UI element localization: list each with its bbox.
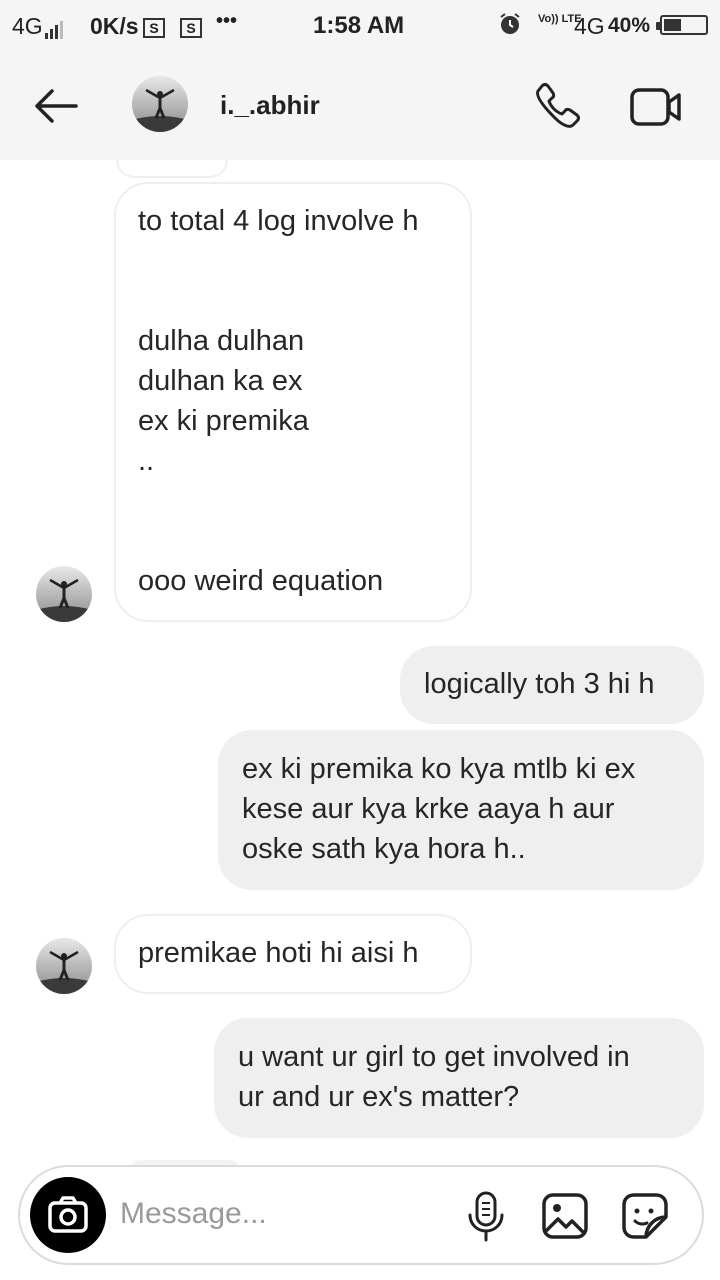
back-button[interactable]: [28, 82, 84, 130]
status-bar: 4G 0K/s S S ••• 1:58 AM Vo)) LTE 4G 40%: [0, 0, 720, 52]
message-composer: [18, 1165, 704, 1265]
microphone-icon: [468, 1191, 504, 1242]
network-type: 4G: [574, 13, 605, 39]
clock: 1:58 AM: [313, 12, 405, 39]
video-camera-icon: [630, 88, 681, 126]
message-bubble-incoming[interactable]: to total 4 log involve h dulha dulhan du…: [114, 182, 472, 622]
camera-icon: [48, 1196, 88, 1233]
arrow-left-icon: [35, 89, 78, 123]
network-indicator: 4G: [12, 13, 63, 39]
voice-call-button[interactable]: [528, 78, 584, 134]
notification-s-icon-2: S: [180, 17, 202, 38]
voice-message-button[interactable]: [464, 1189, 508, 1245]
sticker-button[interactable]: [620, 1191, 670, 1241]
alarm-icon: [498, 12, 522, 41]
volte-badge: Vo)) LTE: [538, 13, 582, 25]
profile-photo: [36, 566, 92, 622]
message-bubble-outgoing[interactable]: ex ki premika ko kya mtlb ki ex kese aur…: [218, 730, 704, 890]
message-input[interactable]: [120, 1194, 440, 1234]
battery-icon: [656, 15, 708, 35]
chat-header: i._.abhir: [0, 52, 720, 160]
avatar[interactable]: [36, 938, 92, 994]
data-speed: 0K/s: [90, 13, 139, 39]
camera-button[interactable]: [30, 1177, 106, 1253]
chat-username[interactable]: i._.abhir: [220, 90, 320, 121]
gallery-button[interactable]: [540, 1191, 590, 1241]
message-bubble-partial: [116, 160, 228, 178]
message-bubble-outgoing[interactable]: u want ur girl to get involved in ur and…: [214, 1018, 704, 1138]
message-bubble-incoming[interactable]: premikae hoti hi aisi h: [114, 914, 472, 994]
battery-percent: 40%: [608, 14, 651, 37]
avatar[interactable]: [132, 76, 188, 132]
message-bubble-outgoing[interactable]: logically toh 3 hi h: [400, 646, 704, 724]
more-notifications-icon: •••: [216, 10, 238, 32]
avatar[interactable]: [36, 566, 92, 622]
notification-s-icon: S: [143, 17, 165, 38]
phone-icon: [536, 83, 580, 128]
profile-photo: [36, 938, 92, 994]
video-call-button[interactable]: [628, 82, 684, 132]
profile-photo: [132, 76, 188, 132]
sticker-icon: [622, 1193, 668, 1239]
signal-icon: [43, 13, 63, 39]
image-icon: [542, 1193, 588, 1239]
